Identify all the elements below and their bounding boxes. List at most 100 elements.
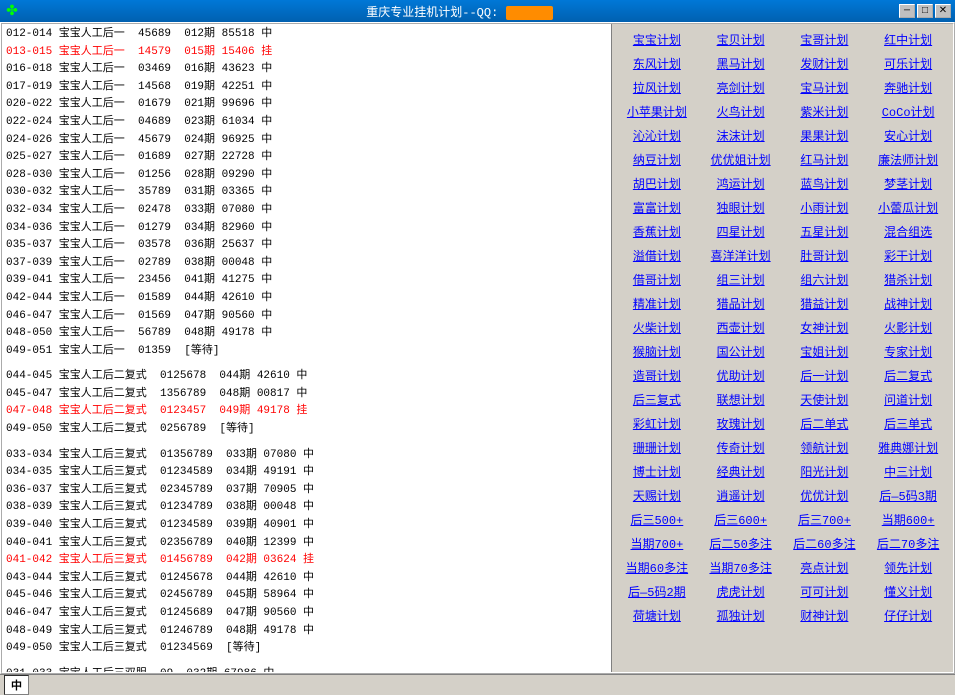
plan-link[interactable]: 胡巴计划 [616,172,698,194]
plan-link[interactable]: 西壶计划 [700,316,782,338]
plan-link[interactable]: 奔驰计划 [867,76,949,98]
plan-link[interactable]: 火柴计划 [616,316,698,338]
plan-link[interactable]: 彩虹计划 [616,412,698,434]
plan-link[interactable]: 彩干计划 [867,244,949,266]
plan-link[interactable]: 孤独计划 [700,604,782,626]
plan-link[interactable]: 安心计划 [867,124,949,146]
plan-link[interactable]: 后三700+ [784,508,866,530]
plan-link[interactable]: 后二70多注 [867,532,949,554]
plan-link[interactable]: 阳光计划 [784,460,866,482]
plan-link[interactable]: 优优计划 [784,484,866,506]
plan-link[interactable]: 虎虎计划 [700,580,782,602]
plan-link[interactable]: CoCo计划 [867,100,949,122]
plan-link[interactable]: 组三计划 [700,268,782,290]
plan-link[interactable]: 领航计划 [784,436,866,458]
minimize-button[interactable]: ─ [899,4,915,18]
plan-link[interactable]: 肚哥计划 [784,244,866,266]
plan-link[interactable]: 当期60多注 [616,556,698,578]
plan-link[interactable]: 造哥计划 [616,364,698,386]
plan-link[interactable]: 逍遥计划 [700,484,782,506]
plan-link[interactable]: 梦茎计划 [867,172,949,194]
plan-link[interactable]: 廉法师计划 [867,148,949,170]
plan-link[interactable]: 中三计划 [867,460,949,482]
plan-link[interactable]: 小苹果计划 [616,100,698,122]
plan-link[interactable]: 亮剑计划 [700,76,782,98]
plan-link[interactable]: 宝贝计划 [700,28,782,50]
plan-link[interactable]: 荷塘计划 [616,604,698,626]
plan-link[interactable]: 女神计划 [784,316,866,338]
plan-link[interactable]: 紫米计划 [784,100,866,122]
plan-link[interactable]: 四星计划 [700,220,782,242]
plan-link[interactable]: 仔仔计划 [867,604,949,626]
plan-link[interactable]: 后二50多注 [700,532,782,554]
plan-link[interactable]: 猎品计划 [700,292,782,314]
plan-link[interactable]: 发财计划 [784,52,866,74]
restore-button[interactable]: □ [917,4,933,18]
plan-link[interactable]: 黑马计划 [700,52,782,74]
plan-link[interactable]: 传奇计划 [700,436,782,458]
plan-link[interactable]: 五星计划 [784,220,866,242]
plan-link[interactable]: 联想计划 [700,388,782,410]
plan-link[interactable]: 东风计划 [616,52,698,74]
plan-link[interactable]: 混合组选 [867,220,949,242]
plan-link[interactable]: 精准计划 [616,292,698,314]
plan-link[interactable]: 战神计划 [867,292,949,314]
plan-link[interactable]: 宝马计划 [784,76,866,98]
plan-link[interactable]: 问道计划 [867,388,949,410]
plan-link[interactable]: 优优姐计划 [700,148,782,170]
plan-link[interactable]: 猎杀计划 [867,268,949,290]
close-button[interactable]: ✕ [935,4,951,18]
plan-link[interactable]: 溢借计划 [616,244,698,266]
plan-link[interactable]: 领先计划 [867,556,949,578]
plan-link[interactable]: 珊珊计划 [616,436,698,458]
plan-link[interactable]: 当期70多注 [700,556,782,578]
left-panel[interactable]: 012-014 宝宝人工后一 45689 012期 85518 中013-015… [2,24,612,672]
plan-link[interactable]: 后—5码2期 [616,580,698,602]
plan-link[interactable]: 雅典娜计划 [867,436,949,458]
plan-link[interactable]: 后三500+ [616,508,698,530]
plan-link[interactable]: 当期700+ [616,532,698,554]
plan-link[interactable]: 宝哥计划 [784,28,866,50]
plan-link[interactable]: 后三复式 [616,388,698,410]
plan-link[interactable]: 后一计划 [784,364,866,386]
plan-link[interactable]: 后二单式 [784,412,866,434]
plan-link[interactable]: 红中计划 [867,28,949,50]
plan-link[interactable]: 喜洋洋计划 [700,244,782,266]
plan-link[interactable]: 可乐计划 [867,52,949,74]
plan-link[interactable]: 优助计划 [700,364,782,386]
plan-link[interactable]: 鸿运计划 [700,172,782,194]
plan-link[interactable]: 组六计划 [784,268,866,290]
plan-link[interactable]: 玫瑰计划 [700,412,782,434]
plan-link[interactable]: 小蕾瓜计划 [867,196,949,218]
plan-link[interactable]: 红马计划 [784,148,866,170]
plan-link[interactable]: 火影计划 [867,316,949,338]
plan-link[interactable]: 国公计划 [700,340,782,362]
plan-link[interactable]: 懂义计划 [867,580,949,602]
plan-link[interactable]: 天赐计划 [616,484,698,506]
plan-link[interactable]: 宝姐计划 [784,340,866,362]
plan-link[interactable]: 后三600+ [700,508,782,530]
plan-link[interactable]: 后二复式 [867,364,949,386]
plan-link[interactable]: 猴脑计划 [616,340,698,362]
plan-link[interactable]: 后三单式 [867,412,949,434]
plan-link[interactable]: 后二60多注 [784,532,866,554]
plan-link[interactable]: 独眼计划 [700,196,782,218]
plan-link[interactable]: 博士计划 [616,460,698,482]
plan-link[interactable]: 亮点计划 [784,556,866,578]
plan-link[interactable]: 拉风计划 [616,76,698,98]
plan-link[interactable]: 沁沁计划 [616,124,698,146]
plan-link[interactable]: 猎益计划 [784,292,866,314]
plan-link[interactable]: 宝宝计划 [616,28,698,50]
plan-link[interactable]: 天使计划 [784,388,866,410]
plan-link[interactable]: 可可计划 [784,580,866,602]
plan-link[interactable]: 香蕉计划 [616,220,698,242]
plan-link[interactable]: 火鸟计划 [700,100,782,122]
plan-link[interactable]: 当期600+ [867,508,949,530]
plan-link[interactable]: 借哥计划 [616,268,698,290]
plan-link[interactable]: 沫沫计划 [700,124,782,146]
plan-link[interactable]: 蓝鸟计划 [784,172,866,194]
plan-link[interactable]: 后—5码3期 [867,484,949,506]
plan-link[interactable]: 经典计划 [700,460,782,482]
plan-link[interactable]: 财神计划 [784,604,866,626]
plan-link[interactable]: 小雨计划 [784,196,866,218]
